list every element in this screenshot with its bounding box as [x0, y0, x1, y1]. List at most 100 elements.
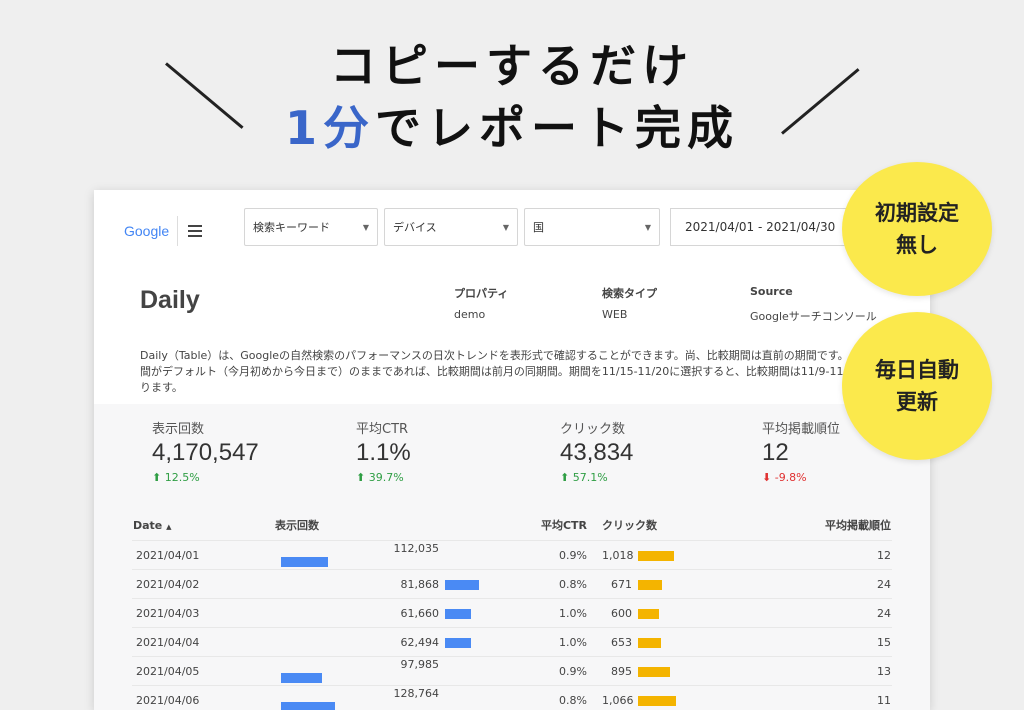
- arrow-up-icon: ⬆: [152, 471, 161, 484]
- scorecard-ctr: 平均CTR 1.1% ⬆ 39.7%: [356, 418, 411, 484]
- cell-clicks: 1,018: [588, 541, 753, 570]
- table-row: 2021/04/04 62,494 1.0%65315: [132, 628, 892, 657]
- scorecard-delta-value: 12.5%: [165, 471, 200, 484]
- scorecard-delta-value: 39.7%: [369, 471, 404, 484]
- filter-keyword-label: 検索キーワード: [253, 219, 330, 235]
- cell-position: 13: [753, 657, 892, 686]
- table-row: 2021/04/01 112,035 0.9% 1,018 12: [132, 541, 892, 570]
- scorecard-delta: ⬆ 39.7%: [356, 471, 411, 484]
- cell-position: 24: [753, 570, 892, 599]
- cell-clicks-value: 895: [602, 665, 632, 678]
- badge-daily-update-line2: 更新: [896, 390, 938, 414]
- table-body: 2021/04/01 112,035 0.9% 1,018 122021/04/0281…: [132, 541, 892, 710]
- table-row: 2021/04/0361,6601.0%60024: [132, 599, 892, 628]
- cell-ctr: 0.8%: [486, 686, 588, 710]
- headline-line-2: 1分でレポート完成: [0, 100, 1024, 156]
- cell-impressions: 62,494: [274, 628, 486, 657]
- headline-rest: でレポート完成: [375, 101, 739, 155]
- scorecard-delta: ⬆ 12.5%: [152, 471, 259, 484]
- cell-ctr: 0.9%: [486, 541, 588, 570]
- cell-impressions-value: 112,035: [375, 542, 439, 555]
- cell-impressions: 112,035: [274, 541, 486, 570]
- table-row: 2021/04/06 128,764 0.8% 1,066 11: [132, 686, 892, 710]
- menu-icon[interactable]: [188, 225, 202, 240]
- filter-country[interactable]: 国 ▼: [524, 208, 660, 246]
- scorecard-label: 表示回数: [152, 418, 259, 437]
- cell-clicks: 1,066: [588, 686, 753, 710]
- cell-date: 2021/04/04: [132, 628, 274, 657]
- scorecard-value: 12: [762, 439, 840, 467]
- scorecard-label: クリック数: [560, 418, 633, 437]
- impressions-bar: [445, 638, 471, 648]
- table-row: 2021/04/0281,8680.8%67124: [132, 570, 892, 599]
- impressions-bar: [281, 557, 328, 567]
- meta-source-value: Googleサーチコンソール: [750, 308, 877, 324]
- cell-clicks-value: 1,018: [602, 549, 632, 562]
- cell-clicks: 671: [588, 570, 753, 599]
- cell-date: 2021/04/06: [132, 686, 274, 710]
- chevron-down-icon: ▼: [503, 223, 509, 232]
- date-range-picker[interactable]: 2021/04/01 - 2021/04/30: [670, 208, 860, 246]
- cell-clicks: 895: [588, 657, 753, 686]
- scorecard-delta: ⬇ -9.8%: [762, 471, 840, 484]
- meta-property-value: demo: [454, 308, 485, 321]
- arrow-down-icon: ⬇: [762, 471, 771, 484]
- impressions-bar: [445, 609, 471, 619]
- scorecard-position: 平均掲載順位 12 ⬇ -9.8%: [762, 418, 840, 484]
- clicks-bar: [638, 638, 661, 648]
- scorecard-delta-value: -9.8%: [775, 471, 807, 484]
- google-logo-text: Google: [124, 223, 169, 239]
- arrow-up-icon: ⬆: [560, 471, 569, 484]
- clicks-bar: [638, 580, 662, 590]
- table-header-row: Date ▲ 表示回数 平均CTR クリック数 平均掲載順位: [132, 510, 892, 541]
- column-header-date[interactable]: Date ▲: [132, 510, 274, 541]
- report-panel: Google 検索キーワード ▼ デバイス ▼ 国 ▼ 2021/04/01 -…: [94, 190, 930, 710]
- badge-no-setup-line1: 初期設定: [875, 201, 959, 225]
- column-header-ctr[interactable]: 平均CTR: [486, 510, 588, 541]
- headline-accent: 1分: [285, 101, 375, 155]
- cell-impressions-value: 61,660: [375, 607, 439, 620]
- cell-position: 15: [753, 628, 892, 657]
- cell-impressions: 61,660: [274, 599, 486, 628]
- cell-ctr: 1.0%: [486, 628, 588, 657]
- logo-divider: [177, 216, 178, 246]
- headline-line-1: コピーするだけ: [0, 38, 1024, 94]
- cell-ctr: 1.0%: [486, 599, 588, 628]
- scorecard-delta-value: 57.1%: [573, 471, 608, 484]
- cell-position: 12: [753, 541, 892, 570]
- cell-impressions-value: 62,494: [375, 636, 439, 649]
- google-logo: Google: [124, 223, 169, 239]
- chevron-down-icon: ▼: [645, 223, 651, 232]
- badge-no-setup-line2: 無し: [896, 233, 938, 257]
- cell-clicks: 653: [588, 628, 753, 657]
- cell-position: 11: [753, 686, 892, 710]
- cell-clicks-value: 1,066: [602, 694, 632, 707]
- badge-no-setup: 初期設定無し: [842, 162, 992, 296]
- scorecard-delta: ⬆ 57.1%: [560, 471, 633, 484]
- clicks-bar: [638, 551, 674, 561]
- page-title: Daily: [140, 286, 200, 315]
- meta-search-type-label: 検索タイプ: [602, 285, 657, 301]
- cell-impressions-value: 128,764: [375, 687, 439, 700]
- column-header-impressions[interactable]: 表示回数: [274, 510, 486, 541]
- cell-date: 2021/04/03: [132, 599, 274, 628]
- filter-device-label: デバイス: [393, 219, 437, 235]
- filter-country-label: 国: [533, 219, 544, 235]
- column-header-position[interactable]: 平均掲載順位: [753, 510, 892, 541]
- badge-daily-update: 毎日自動更新: [842, 312, 992, 460]
- filter-keyword[interactable]: 検索キーワード ▼: [244, 208, 378, 246]
- impressions-bar: [281, 702, 335, 710]
- impressions-bar: [281, 673, 322, 683]
- column-header-clicks[interactable]: クリック数: [588, 510, 753, 541]
- filter-device[interactable]: デバイス ▼: [384, 208, 518, 246]
- cell-impressions: 128,764: [274, 686, 486, 710]
- report-description: Daily（Table）は、Googleの自然検索のパフォーマンスの日次トレンド…: [140, 348, 900, 396]
- scorecard-label: 平均掲載順位: [762, 418, 840, 437]
- cell-impressions: 97,985: [274, 657, 486, 686]
- cell-ctr: 0.9%: [486, 657, 588, 686]
- scorecard-label: 平均CTR: [356, 418, 411, 437]
- cell-date: 2021/04/01: [132, 541, 274, 570]
- scorecard-impressions: 表示回数 4,170,547 ⬆ 12.5%: [152, 418, 259, 484]
- cell-impressions: 81,868: [274, 570, 486, 599]
- scorecard-value: 43,834: [560, 439, 633, 467]
